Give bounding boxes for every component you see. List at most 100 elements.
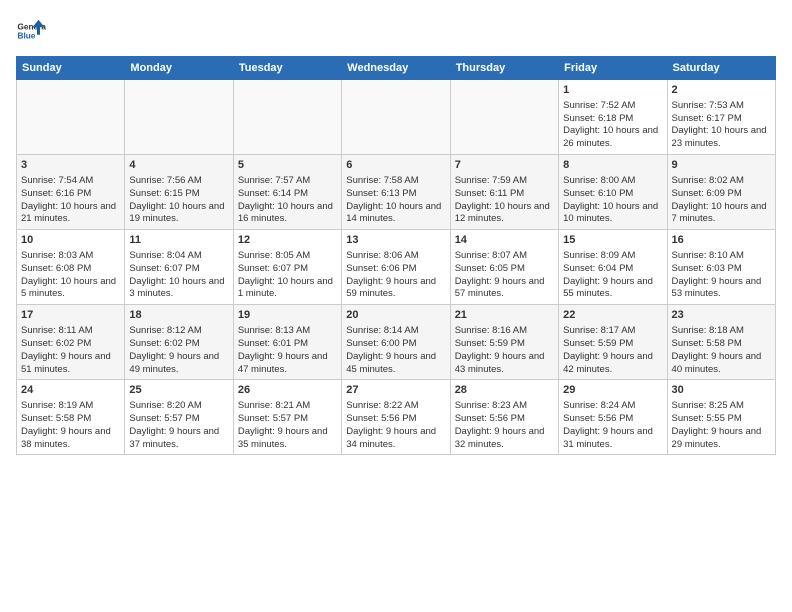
day-number: 26 [238,383,337,398]
day-info: Sunset: 6:10 PM [563,188,662,201]
calendar-week-row: 17Sunrise: 8:11 AMSunset: 6:02 PMDayligh… [17,305,776,380]
day-info: Sunset: 6:14 PM [238,188,337,201]
day-number: 1 [563,83,662,98]
calendar-cell: 15Sunrise: 8:09 AMSunset: 6:04 PMDayligh… [559,230,667,305]
weekday-header: Thursday [450,57,558,80]
day-number: 14 [455,233,554,248]
day-info: Sunrise: 8:20 AM [129,400,228,413]
day-info: Sunset: 6:11 PM [455,188,554,201]
day-info: Sunset: 6:07 PM [129,263,228,276]
day-number: 2 [672,83,771,98]
day-number: 19 [238,308,337,323]
calendar-cell: 10Sunrise: 8:03 AMSunset: 6:08 PMDayligh… [17,230,125,305]
day-info: Sunset: 6:04 PM [563,263,662,276]
day-info: Daylight: 10 hours and 7 minutes. [672,201,771,227]
day-info: Sunset: 5:56 PM [455,413,554,426]
day-info: Daylight: 9 hours and 42 minutes. [563,351,662,377]
header-area: General Blue [16,16,776,46]
calendar-cell: 11Sunrise: 8:04 AMSunset: 6:07 PMDayligh… [125,230,233,305]
calendar-cell [450,80,558,155]
calendar-cell: 27Sunrise: 8:22 AMSunset: 5:56 PMDayligh… [342,380,450,455]
calendar-cell: 21Sunrise: 8:16 AMSunset: 5:59 PMDayligh… [450,305,558,380]
day-number: 17 [21,308,120,323]
weekday-header: Tuesday [233,57,341,80]
day-number: 5 [238,158,337,173]
calendar-cell: 29Sunrise: 8:24 AMSunset: 5:56 PMDayligh… [559,380,667,455]
day-number: 25 [129,383,228,398]
calendar-cell: 12Sunrise: 8:05 AMSunset: 6:07 PMDayligh… [233,230,341,305]
day-info: Sunrise: 7:52 AM [563,100,662,113]
weekday-header: Saturday [667,57,775,80]
day-info: Sunset: 5:58 PM [21,413,120,426]
day-number: 3 [21,158,120,173]
day-info: Daylight: 10 hours and 5 minutes. [21,276,120,302]
calendar-cell: 3Sunrise: 7:54 AMSunset: 6:16 PMDaylight… [17,155,125,230]
day-number: 12 [238,233,337,248]
weekday-header: Sunday [17,57,125,80]
day-number: 29 [563,383,662,398]
day-info: Sunrise: 7:56 AM [129,175,228,188]
day-info: Sunrise: 8:00 AM [563,175,662,188]
day-info: Sunset: 6:02 PM [21,338,120,351]
day-info: Daylight: 9 hours and 47 minutes. [238,351,337,377]
calendar-cell: 19Sunrise: 8:13 AMSunset: 6:01 PMDayligh… [233,305,341,380]
calendar-cell: 24Sunrise: 8:19 AMSunset: 5:58 PMDayligh… [17,380,125,455]
calendar-cell: 6Sunrise: 7:58 AMSunset: 6:13 PMDaylight… [342,155,450,230]
day-info: Sunset: 6:15 PM [129,188,228,201]
day-number: 8 [563,158,662,173]
calendar-cell [17,80,125,155]
day-info: Sunset: 5:57 PM [238,413,337,426]
day-info: Daylight: 9 hours and 57 minutes. [455,276,554,302]
calendar-week-row: 1Sunrise: 7:52 AMSunset: 6:18 PMDaylight… [17,80,776,155]
day-info: Sunrise: 8:11 AM [21,325,120,338]
day-info: Daylight: 10 hours and 3 minutes. [129,276,228,302]
day-info: Sunrise: 8:03 AM [21,250,120,263]
calendar-cell: 26Sunrise: 8:21 AMSunset: 5:57 PMDayligh… [233,380,341,455]
day-info: Daylight: 9 hours and 51 minutes. [21,351,120,377]
day-info: Daylight: 9 hours and 34 minutes. [346,426,445,452]
calendar-cell: 4Sunrise: 7:56 AMSunset: 6:15 PMDaylight… [125,155,233,230]
calendar-cell: 25Sunrise: 8:20 AMSunset: 5:57 PMDayligh… [125,380,233,455]
day-info: Sunrise: 8:22 AM [346,400,445,413]
day-info: Sunrise: 7:57 AM [238,175,337,188]
day-info: Daylight: 9 hours and 32 minutes. [455,426,554,452]
calendar-cell: 13Sunrise: 8:06 AMSunset: 6:06 PMDayligh… [342,230,450,305]
day-number: 18 [129,308,228,323]
weekday-header: Wednesday [342,57,450,80]
day-info: Sunset: 6:00 PM [346,338,445,351]
day-number: 7 [455,158,554,173]
day-info: Sunset: 6:13 PM [346,188,445,201]
day-info: Daylight: 9 hours and 43 minutes. [455,351,554,377]
calendar-cell [342,80,450,155]
day-info: Sunrise: 7:53 AM [672,100,771,113]
weekday-header: Monday [125,57,233,80]
calendar-cell: 18Sunrise: 8:12 AMSunset: 6:02 PMDayligh… [125,305,233,380]
day-info: Sunrise: 8:17 AM [563,325,662,338]
day-info: Daylight: 10 hours and 10 minutes. [563,201,662,227]
day-info: Sunrise: 8:04 AM [129,250,228,263]
day-info: Sunrise: 8:09 AM [563,250,662,263]
day-info: Sunrise: 8:24 AM [563,400,662,413]
day-number: 23 [672,308,771,323]
calendar-cell [233,80,341,155]
day-number: 9 [672,158,771,173]
day-number: 6 [346,158,445,173]
day-info: Sunset: 5:56 PM [563,413,662,426]
day-info: Sunrise: 8:23 AM [455,400,554,413]
day-info: Sunrise: 8:12 AM [129,325,228,338]
calendar-cell: 9Sunrise: 8:02 AMSunset: 6:09 PMDaylight… [667,155,775,230]
day-info: Daylight: 9 hours and 37 minutes. [129,426,228,452]
day-info: Sunset: 6:01 PM [238,338,337,351]
calendar-cell: 1Sunrise: 7:52 AMSunset: 6:18 PMDaylight… [559,80,667,155]
day-info: Daylight: 9 hours and 29 minutes. [672,426,771,452]
day-number: 24 [21,383,120,398]
calendar-week-row: 24Sunrise: 8:19 AMSunset: 5:58 PMDayligh… [17,380,776,455]
calendar-header-row: SundayMondayTuesdayWednesdayThursdayFrid… [17,57,776,80]
day-info: Daylight: 10 hours and 26 minutes. [563,125,662,151]
day-number: 28 [455,383,554,398]
day-info: Sunrise: 7:58 AM [346,175,445,188]
logo: General Blue [16,16,50,46]
svg-text:Blue: Blue [18,32,36,41]
day-info: Sunrise: 8:02 AM [672,175,771,188]
calendar-table: SundayMondayTuesdayWednesdayThursdayFrid… [16,56,776,455]
